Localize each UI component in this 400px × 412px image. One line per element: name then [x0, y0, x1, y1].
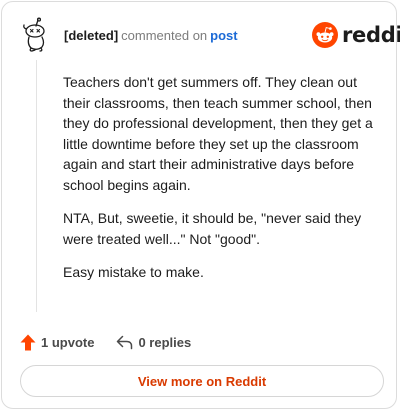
replies-count: 0 replies	[138, 334, 192, 350]
comment-actions: 1 upvote 0 replies	[20, 332, 191, 352]
comment-paragraph: NTA, But, sweetie, it should be, "never …	[63, 210, 362, 247]
post-link[interactable]: post	[210, 28, 237, 43]
upvote-count: 1 upvote	[41, 334, 95, 350]
comment-header: [deleted] commented on post	[64, 28, 238, 44]
comment-paragraph: Easy mistake to make.	[63, 264, 204, 280]
reddit-logo[interactable]: reddit	[312, 22, 400, 48]
upvote-button[interactable]: 1 upvote	[20, 334, 94, 351]
deleted-user-avatar-icon	[19, 17, 55, 53]
comment-card: [deleted]commented onpost reddit Teacher…	[1, 1, 400, 409]
reddit-logo-icon	[312, 22, 338, 48]
thread-line[interactable]	[36, 60, 37, 312]
comment-body: Teachers don't get summers off. They cle…	[63, 72, 373, 296]
author-name[interactable]: [deleted]	[64, 28, 118, 43]
header-action-text: commented on	[121, 28, 208, 43]
view-more-button[interactable]: View more on Reddit	[20, 365, 384, 397]
reddit-wordmark: reddit	[342, 23, 400, 47]
replies-button[interactable]: 0 replies	[116, 335, 191, 350]
reply-arrow-icon	[117, 335, 133, 349]
comment-paragraph: Teachers don't get summers off. They cle…	[63, 74, 373, 193]
upvote-arrow-icon	[20, 334, 36, 350]
